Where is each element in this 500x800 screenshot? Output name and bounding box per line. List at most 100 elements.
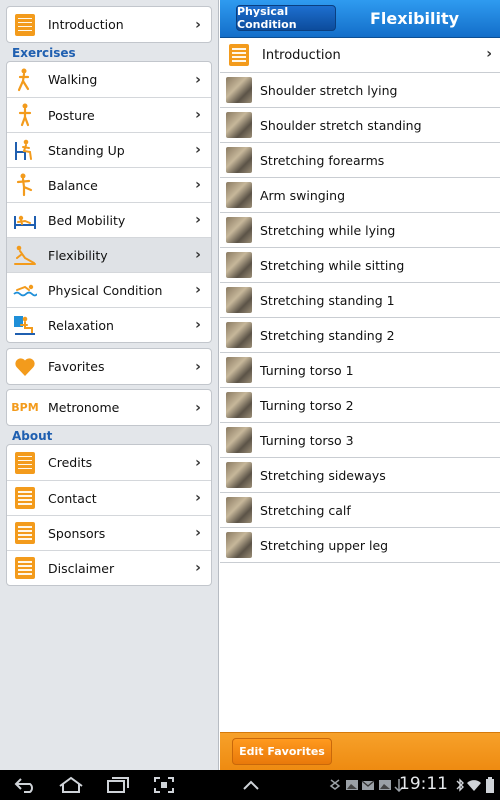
sidebar-item-contact[interactable]: Contact ›: [7, 480, 211, 515]
list-item[interactable]: Stretching calf: [220, 493, 500, 528]
list-item-label: Turning torso 2: [260, 397, 354, 413]
back-nav-icon[interactable]: [12, 775, 40, 795]
list-item-label: Stretching while sitting: [260, 257, 405, 273]
home-nav-icon[interactable]: [56, 775, 86, 795]
bluetooth-icon: [454, 775, 466, 795]
list-item[interactable]: Shoulder stretch standing: [220, 108, 500, 143]
recent-apps-icon[interactable]: [104, 775, 132, 795]
sidebar-item-label: Favorites: [48, 359, 105, 374]
walking-person-icon: [13, 68, 37, 92]
screenshot-icon[interactable]: [150, 775, 178, 795]
sidebar-item-disclaimer[interactable]: Disclaimer ›: [7, 550, 211, 585]
sidebar-item-standing-up[interactable]: Standing Up ›: [7, 132, 211, 167]
sidebar-item-label: Bed Mobility: [48, 212, 126, 228]
sidebar: Introduction › Exercises Walking › Postu…: [0, 0, 219, 770]
sidebar-item-relaxation[interactable]: Relaxation ›: [7, 307, 211, 342]
chevron-up-icon[interactable]: [238, 775, 264, 795]
heart-icon: [13, 355, 37, 379]
sidebar-item-credits[interactable]: Credits ›: [7, 445, 211, 480]
list-item[interactable]: Shoulder stretch lying: [220, 73, 500, 108]
section-heading-exercises: Exercises: [12, 46, 76, 60]
sidebar-item-label: Balance: [48, 177, 98, 193]
chevron-right-icon: ›: [195, 454, 201, 471]
chevron-right-icon: ›: [195, 247, 201, 263]
list-item[interactable]: Stretching while sitting: [220, 248, 500, 283]
sidebar-item-introduction[interactable]: Introduction ›: [7, 7, 211, 42]
sidebar-item-label: Contact: [48, 490, 97, 506]
list-item-introduction[interactable]: Introduction ›: [220, 38, 500, 73]
list-item-label: Shoulder stretch standing: [260, 117, 422, 133]
list-item-label: Stretching while lying: [260, 222, 396, 238]
chevron-right-icon: ›: [195, 71, 201, 88]
back-button-label: Physical Condition: [237, 5, 297, 31]
document-icon: [13, 13, 37, 37]
list-item-label: Shoulder stretch lying: [260, 82, 398, 98]
chevron-right-icon: ›: [195, 142, 201, 158]
sidebar-item-flexibility[interactable]: Flexibility ›: [7, 237, 211, 272]
list-item[interactable]: Turning torso 2: [220, 388, 500, 423]
list-item-label: Stretching standing 2: [260, 327, 395, 343]
sidebar-item-balance[interactable]: Balance ›: [7, 167, 211, 202]
document-icon: [13, 556, 37, 580]
sidebar-item-label: Sponsors: [48, 525, 106, 541]
sidebar-item-bed-mobility[interactable]: Bed Mobility ›: [7, 202, 211, 237]
sidebar-item-label: Standing Up: [48, 142, 125, 158]
bed-icon: [13, 208, 37, 232]
sidebar-item-label: Disclaimer: [48, 560, 115, 576]
sidebar-item-label: Flexibility: [48, 247, 108, 263]
exercise-thumbnail: [226, 322, 252, 348]
exercise-thumbnail: [226, 112, 252, 138]
list-item[interactable]: Stretching standing 1: [220, 283, 500, 318]
sidebar-item-walking[interactable]: Walking ›: [7, 62, 211, 97]
relaxing-person-icon: [13, 313, 37, 337]
clock: 19:11: [399, 774, 448, 794]
list-item-label: Stretching standing 1: [260, 292, 395, 308]
chevron-right-icon: ›: [486, 46, 492, 62]
exercise-list: Introduction › Shoulder stretch lying Sho…: [220, 38, 500, 563]
list-item-label: Stretching sideways: [260, 467, 386, 483]
metronome-card: BPM Metronome ›: [6, 389, 212, 426]
list-item[interactable]: Arm swinging: [220, 178, 500, 213]
exercise-thumbnail: [226, 427, 252, 453]
chevron-right-icon: ›: [195, 212, 201, 228]
image-icon: [345, 780, 358, 790]
chevron-right-icon: ›: [195, 358, 201, 375]
balance-person-icon: [13, 173, 37, 197]
sidebar-item-favorites[interactable]: Favorites ›: [7, 349, 211, 384]
sidebar-item-physical-condition[interactable]: Physical Condition ›: [7, 272, 211, 307]
list-item[interactable]: Stretching while lying: [220, 213, 500, 248]
document-icon: [13, 521, 37, 545]
list-item-label: Stretching upper leg: [260, 537, 389, 553]
exercise-thumbnail: [226, 287, 252, 313]
exercise-thumbnail: [226, 182, 252, 208]
sidebar-item-sponsors[interactable]: Sponsors ›: [7, 515, 211, 550]
chevron-right-icon: ›: [195, 107, 201, 123]
chevron-right-icon: ›: [195, 560, 201, 576]
chevron-right-icon: ›: [195, 16, 201, 33]
list-item[interactable]: Turning torso 3: [220, 423, 500, 458]
battery-icon: [484, 775, 496, 795]
sidebar-item-metronome[interactable]: BPM Metronome ›: [7, 390, 211, 425]
list-item-label: Stretching forearms: [260, 152, 385, 168]
list-item[interactable]: Turning torso 1: [220, 353, 500, 388]
chevron-right-icon: ›: [195, 177, 201, 193]
edit-favorites-button[interactable]: Edit Favorites: [232, 738, 332, 765]
document-icon: [13, 451, 37, 475]
sidebar-item-label: Relaxation: [48, 317, 114, 333]
sidebar-item-posture[interactable]: Posture ›: [7, 97, 211, 132]
swimmer-icon: [13, 278, 37, 302]
list-item[interactable]: Stretching sideways: [220, 458, 500, 493]
list-item[interactable]: Stretching upper leg: [220, 528, 500, 563]
list-item[interactable]: Stretching forearms: [220, 143, 500, 178]
chevron-right-icon: ›: [195, 282, 201, 298]
intro-card: Introduction ›: [6, 6, 212, 43]
exercises-card: Walking › Posture › Standing Up › Balanc…: [6, 61, 212, 343]
back-button[interactable]: Physical Condition: [236, 5, 336, 31]
chevron-right-icon: ›: [195, 525, 201, 541]
exercise-thumbnail: [226, 532, 252, 558]
exercise-thumbnail: [226, 497, 252, 523]
sidebar-item-label: Credits: [48, 455, 93, 470]
list-item[interactable]: Stretching standing 2: [220, 318, 500, 353]
bottom-toolbar: Edit Favorites: [220, 732, 500, 771]
exercise-thumbnail: [226, 357, 252, 383]
